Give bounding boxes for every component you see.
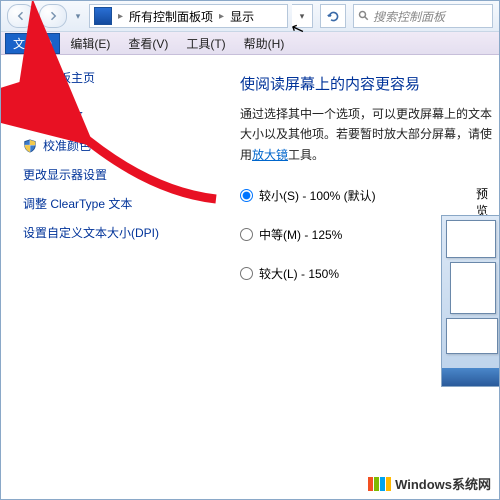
sidebar: 控制面板主页 调整分辨率 校准颜色 更改显示器设置 调整 ClearType 文…: [1, 55, 216, 500]
breadcrumb-sep-icon: ▸: [219, 11, 224, 22]
sidebar-home-link[interactable]: 控制面板主页: [23, 69, 206, 86]
refresh-button[interactable]: [320, 4, 346, 28]
preview-thumbnail: [441, 215, 500, 387]
sidebar-link-display-settings[interactable]: 更改显示器设置: [23, 160, 206, 189]
search-placeholder: 搜索控制面板: [373, 8, 445, 25]
option-small[interactable]: 较小(S) - 100% (默认): [240, 187, 499, 204]
sidebar-link-cleartype[interactable]: 调整 ClearType 文本: [23, 189, 206, 218]
radio-large[interactable]: [240, 267, 253, 280]
windows-logo-icon: [368, 477, 391, 491]
radio-medium[interactable]: [240, 228, 253, 241]
sidebar-link-dpi[interactable]: 设置自定义文本大小(DPI): [23, 218, 206, 247]
menu-edit[interactable]: 编辑(E): [62, 33, 118, 54]
menu-file[interactable]: 文件(F): [5, 33, 60, 54]
menu-tools[interactable]: 工具(T): [178, 33, 233, 54]
page-description: 通过选择其中一个选项，可以更改屏幕上的文本大小以及其他项。若要暂时放大部分屏幕，…: [240, 104, 499, 165]
page-title: 使阅读屏幕上的内容更容易: [240, 73, 499, 94]
preview-label: 预览: [476, 185, 499, 219]
watermark: Windows系统网: [368, 474, 491, 493]
body: 控制面板主页 调整分辨率 校准颜色 更改显示器设置 调整 ClearType 文…: [1, 55, 499, 500]
menu-view[interactable]: 查看(V): [120, 33, 176, 54]
back-button[interactable]: [7, 4, 35, 28]
content: 使阅读屏幕上的内容更容易 通过选择其中一个选项，可以更改屏幕上的文本大小以及其他…: [216, 55, 499, 500]
shield-icon: [23, 139, 37, 153]
forward-button[interactable]: [39, 4, 67, 28]
titlebar: ▾ ▸ 所有控制面板项 ▸ 显示 ↖ ▾ 搜索控制面板: [1, 1, 499, 32]
control-panel-window: ▾ ▸ 所有控制面板项 ▸ 显示 ↖ ▾ 搜索控制面板 文件(F) 编辑(E) …: [0, 0, 500, 500]
magnifier-link[interactable]: 放大镜: [252, 148, 288, 162]
search-input[interactable]: 搜索控制面板: [353, 4, 493, 28]
radio-small[interactable]: [240, 189, 253, 202]
breadcrumb-sep-icon: ▸: [118, 11, 123, 22]
control-panel-icon: [94, 7, 112, 25]
nav-history-dropdown[interactable]: ▾: [71, 5, 85, 27]
breadcrumb-root[interactable]: 所有控制面板项: [129, 8, 213, 25]
sidebar-link-calibrate[interactable]: 校准颜色: [23, 131, 206, 160]
breadcrumb-current[interactable]: 显示: [230, 8, 254, 25]
sidebar-link-resolution[interactable]: 调整分辨率: [23, 102, 206, 131]
address-bar[interactable]: ▸ 所有控制面板项 ▸ 显示: [89, 4, 288, 28]
menu-help[interactable]: 帮助(H): [236, 33, 293, 54]
menubar: 文件(F) 编辑(E) 查看(V) 工具(T) 帮助(H): [1, 32, 499, 55]
